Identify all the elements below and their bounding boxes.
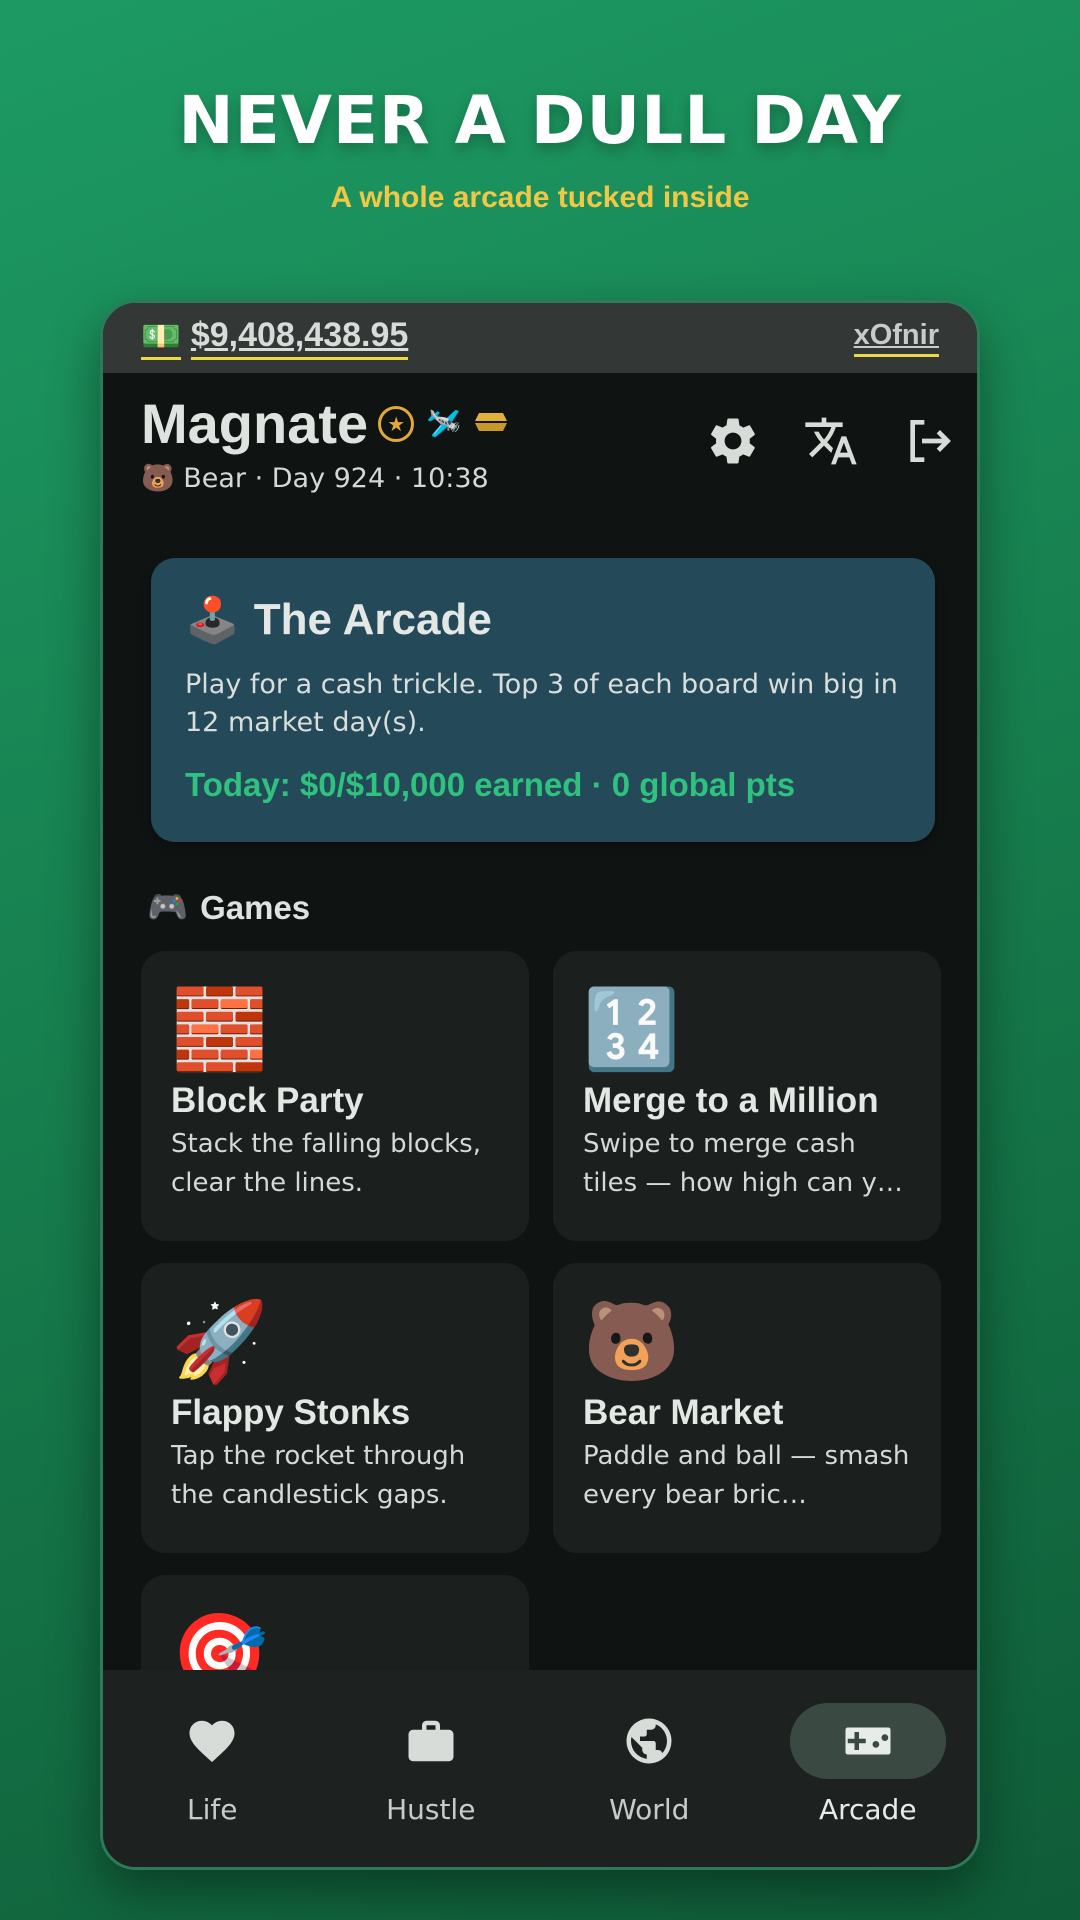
games-label: Games bbox=[200, 888, 311, 926]
nav-label: Life bbox=[187, 1793, 238, 1826]
nav-label: Arcade bbox=[818, 1793, 917, 1826]
arcade-info-card: 🕹️ The Arcade Play for a cash trickle. T… bbox=[151, 558, 935, 842]
games-section-label: 🎮 Games bbox=[147, 888, 310, 927]
cash-value[interactable]: $9,408,438.95 bbox=[190, 316, 409, 360]
cash-balance[interactable]: 💵 $9,408,438.95 bbox=[141, 316, 409, 360]
gold-bar-badge-icon bbox=[473, 407, 509, 440]
nav-label: World bbox=[609, 1793, 690, 1826]
phone-frame: 💵 $9,408,438.95 xOfnir Magnate ★ 🛩️ 🐻 Be… bbox=[100, 300, 980, 1870]
game-name: Bear Market bbox=[583, 1393, 784, 1432]
gamepad-icon bbox=[845, 1727, 891, 1755]
nav-item-life[interactable]: Life bbox=[103, 1703, 322, 1826]
game-description: Stack the falling blocks, clear the line… bbox=[171, 1129, 481, 1198]
game-description: Tap the rocket through the candlestick g… bbox=[171, 1441, 466, 1510]
nav-item-world[interactable]: World bbox=[540, 1703, 759, 1826]
globe-icon bbox=[626, 1718, 672, 1764]
nav-pill bbox=[353, 1703, 509, 1779]
market-status: 🐻 Bear · Day 924 · 10:38 bbox=[141, 463, 489, 494]
rocket-icon: 🚀 bbox=[171, 1297, 269, 1387]
hero-title: NEVER A DULL DAY bbox=[178, 82, 902, 159]
nav-item-hustle[interactable]: Hustle bbox=[322, 1703, 541, 1826]
cash-bar: 💵 $9,408,438.95 xOfnir bbox=[103, 303, 977, 373]
briefcase-icon bbox=[408, 1720, 454, 1762]
plane-badge-icon: 🛩️ bbox=[426, 407, 462, 440]
bear-icon: 🐻 bbox=[583, 1297, 681, 1387]
app-header: Magnate ★ 🛩️ 🐻 Bear · Day 924 · 10:38 bbox=[141, 391, 509, 494]
numbers-icon: 🔢 bbox=[583, 985, 681, 1075]
translate-icon[interactable] bbox=[803, 413, 859, 469]
arcade-description: Play for a cash trickle. Top 3 of each b… bbox=[185, 669, 898, 738]
settings-icon[interactable] bbox=[705, 413, 761, 469]
joystick-icon: 🕹️ bbox=[185, 596, 240, 645]
nav-label: Hustle bbox=[386, 1793, 476, 1826]
game-description: Swipe to merge cash tiles — how high can… bbox=[583, 1129, 903, 1198]
arcade-today-stats: Today: $0/$10,000 earned · 0 global pts bbox=[185, 766, 796, 803]
game-card-bear-market[interactable]: 🐻 Bear Market Paddle and ball — smash ev… bbox=[553, 1263, 941, 1553]
username-link[interactable]: xOfnir bbox=[853, 319, 939, 357]
money-icon: 💵 bbox=[141, 317, 181, 360]
header-actions bbox=[705, 413, 957, 469]
game-description: Paddle and ball — smash every bear bric… bbox=[583, 1441, 910, 1510]
heart-icon bbox=[189, 1720, 235, 1763]
nav-item-arcade[interactable]: Arcade bbox=[759, 1703, 978, 1826]
game-card-block-party[interactable]: 🧱 Block Party Stack the falling blocks, … bbox=[141, 951, 529, 1241]
bottom-nav: Life Hustle World Arcade bbox=[103, 1670, 977, 1867]
game-name: Block Party bbox=[171, 1081, 364, 1120]
game-name: Flappy Stonks bbox=[171, 1393, 411, 1432]
game-name: Merge to a Million bbox=[583, 1081, 879, 1120]
bricks-icon: 🧱 bbox=[171, 985, 269, 1075]
app-title: Magnate bbox=[141, 392, 369, 455]
game-card-flappy-stonks[interactable]: 🚀 Flappy Stonks Tap the rocket through t… bbox=[141, 1263, 529, 1553]
nav-pill bbox=[571, 1703, 727, 1779]
star-badge-icon: ★ bbox=[378, 405, 415, 442]
nav-pill bbox=[134, 1703, 290, 1779]
logout-icon[interactable] bbox=[901, 413, 957, 469]
game-card-merge-to-a-million[interactable]: 🔢 Merge to a Million Swipe to merge cash… bbox=[553, 951, 941, 1241]
gamepad-icon: 🎮 bbox=[147, 888, 189, 925]
hero-subtitle: A whole arcade tucked inside bbox=[330, 181, 750, 214]
nav-pill-active bbox=[789, 1703, 946, 1779]
arcade-title: The Arcade bbox=[253, 595, 492, 644]
